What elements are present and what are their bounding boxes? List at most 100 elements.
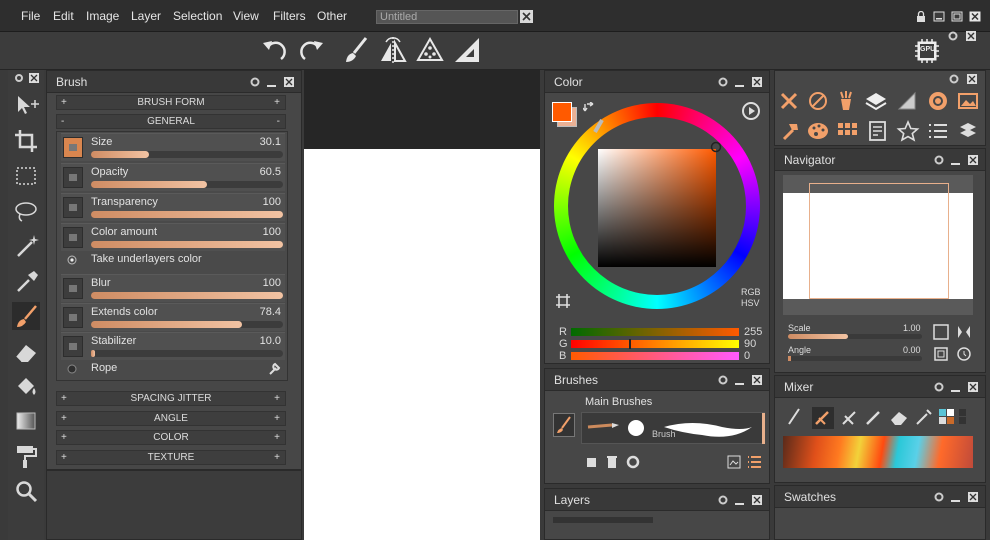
crop-icon[interactable] [12, 127, 40, 155]
blur-pressure-toggle[interactable] [63, 278, 83, 299]
menu-view[interactable]: View [233, 9, 259, 23]
fill-icon[interactable] [12, 372, 40, 400]
transparency-pressure-toggle[interactable] [63, 197, 83, 218]
stack-icon[interactable] [955, 119, 981, 143]
blur-slider[interactable] [91, 292, 283, 299]
param-blur[interactable]: Blur 100 [61, 274, 285, 302]
document-tab[interactable]: Untitled [376, 10, 518, 24]
r-channel-row[interactable]: R 255 [559, 326, 762, 338]
color-panel-window-buttons[interactable] [717, 76, 763, 88]
star-icon[interactable] [895, 119, 921, 143]
swatches-panel-icon[interactable] [835, 119, 861, 143]
rope-option[interactable]: Rope [67, 362, 285, 376]
saturation-value-square[interactable] [598, 149, 716, 267]
transparency-slider[interactable] [91, 211, 283, 218]
param-transparency[interactable]: Transparency 100 [61, 193, 285, 221]
canvas[interactable] [304, 149, 540, 540]
frame-icon[interactable] [555, 293, 571, 309]
minimize-window-icon[interactable] [933, 11, 945, 22]
gradient-icon[interactable] [12, 407, 40, 435]
palette-icon[interactable] [805, 119, 831, 143]
b-channel-row[interactable]: B 0 [559, 350, 759, 362]
brush-category-button[interactable] [553, 413, 575, 437]
navigator-actions[interactable] [932, 323, 972, 363]
redo-icon[interactable] [296, 35, 326, 65]
section-texture[interactable]: + TEXTURE + [56, 450, 286, 465]
brush-panel-icon[interactable] [805, 89, 831, 113]
maximize-window-icon[interactable] [951, 11, 963, 22]
stabilizer-slider[interactable] [91, 350, 283, 357]
take-underlayers-option[interactable]: Take underlayers color [67, 253, 267, 267]
launcher-window-buttons[interactable] [949, 73, 979, 85]
extends-color-pressure-toggle[interactable] [63, 307, 83, 328]
list-icon[interactable] [925, 119, 951, 143]
triangle-dots-icon[interactable] [415, 35, 445, 65]
menu-other[interactable]: Other [317, 9, 347, 23]
rgb-mode-label[interactable]: RGB [741, 287, 761, 298]
b-slider[interactable] [571, 352, 739, 360]
navigator-panel-window-buttons[interactable] [933, 154, 979, 166]
undo-icon[interactable] [260, 35, 290, 65]
gradient-panel-icon[interactable] [895, 89, 921, 113]
swatches-panel-window-buttons[interactable] [933, 491, 979, 503]
close-document-icon[interactable] [520, 10, 533, 23]
color-mode-switch[interactable]: RGB HSV [741, 287, 761, 311]
color-panel-icon[interactable] [925, 89, 951, 113]
section-spacing-jitter[interactable]: + SPACING JITTER + [56, 391, 286, 406]
tools-panel-icon[interactable] [777, 89, 803, 113]
magic-wand-icon[interactable] [12, 232, 40, 260]
opacity-pressure-toggle[interactable] [63, 167, 83, 188]
layers-panel-window-buttons[interactable] [717, 494, 763, 506]
brush-preset-item[interactable]: Brush [581, 412, 765, 444]
eraser-icon[interactable] [12, 337, 40, 365]
section-angle[interactable]: + ANGLE + [56, 411, 286, 426]
color-amount-pressure-toggle[interactable] [63, 227, 83, 248]
menu-filters[interactable]: Filters [273, 9, 306, 23]
param-color-amount[interactable]: Color amount 100 [61, 223, 285, 251]
param-stabilizer[interactable]: Stabilizer 10.0 [61, 332, 285, 360]
paint-roller-icon[interactable] [12, 442, 40, 470]
hammer-icon[interactable] [777, 119, 803, 143]
size-pressure-toggle[interactable] [63, 137, 83, 158]
play-icon[interactable] [741, 101, 761, 121]
image-panel-icon[interactable] [955, 89, 981, 113]
layers-panel-icon[interactable] [863, 89, 889, 113]
angle-slider[interactable] [788, 356, 922, 361]
r-slider[interactable] [571, 328, 739, 336]
gpu-icon[interactable]: GPU [914, 38, 940, 64]
stabilizer-toggle[interactable] [63, 336, 83, 357]
navigator-viewport-frame[interactable] [809, 183, 949, 299]
section-color[interactable]: + COLOR + [56, 430, 286, 445]
move-icon[interactable] [12, 92, 40, 120]
hsv-mode-label[interactable]: HSV [741, 298, 761, 309]
color-amount-slider[interactable] [91, 241, 283, 248]
opacity-slider[interactable] [91, 181, 283, 188]
close-window-icon[interactable] [969, 11, 981, 22]
brushes-view-options[interactable] [727, 455, 763, 469]
brushes-actions[interactable] [585, 455, 641, 469]
param-extends-color[interactable]: Extends color 78.4 [61, 303, 285, 331]
brushes-panel-window-buttons[interactable] [717, 374, 763, 386]
navigator-preview[interactable] [783, 175, 973, 315]
document-icon[interactable] [865, 119, 891, 143]
scale-slider[interactable] [788, 334, 922, 339]
mixer-panel-window-buttons[interactable] [933, 381, 979, 393]
g-channel-row[interactable]: G 90 [559, 338, 759, 350]
lock-icon[interactable] [915, 11, 927, 22]
menu-image[interactable]: Image [86, 9, 119, 23]
g-slider[interactable] [571, 339, 739, 349]
color-wheel[interactable] [554, 103, 760, 309]
zoom-icon[interactable] [12, 477, 40, 505]
param-size[interactable]: Size 30.1 [61, 133, 285, 161]
brush-panel-window-buttons[interactable] [249, 76, 295, 88]
eyedropper-icon[interactable] [12, 267, 40, 295]
extends-color-slider[interactable] [91, 321, 283, 328]
size-slider[interactable] [91, 151, 283, 158]
mixer-panel-icon[interactable] [833, 89, 859, 113]
param-opacity[interactable]: Opacity 60.5 [61, 163, 285, 191]
mixer-canvas[interactable] [783, 436, 973, 468]
section-brush-form[interactable]: + BRUSH FORM + [56, 95, 286, 110]
menu-edit[interactable]: Edit [53, 9, 74, 23]
ruler-icon[interactable] [452, 35, 482, 65]
menu-file[interactable]: File [21, 9, 40, 23]
